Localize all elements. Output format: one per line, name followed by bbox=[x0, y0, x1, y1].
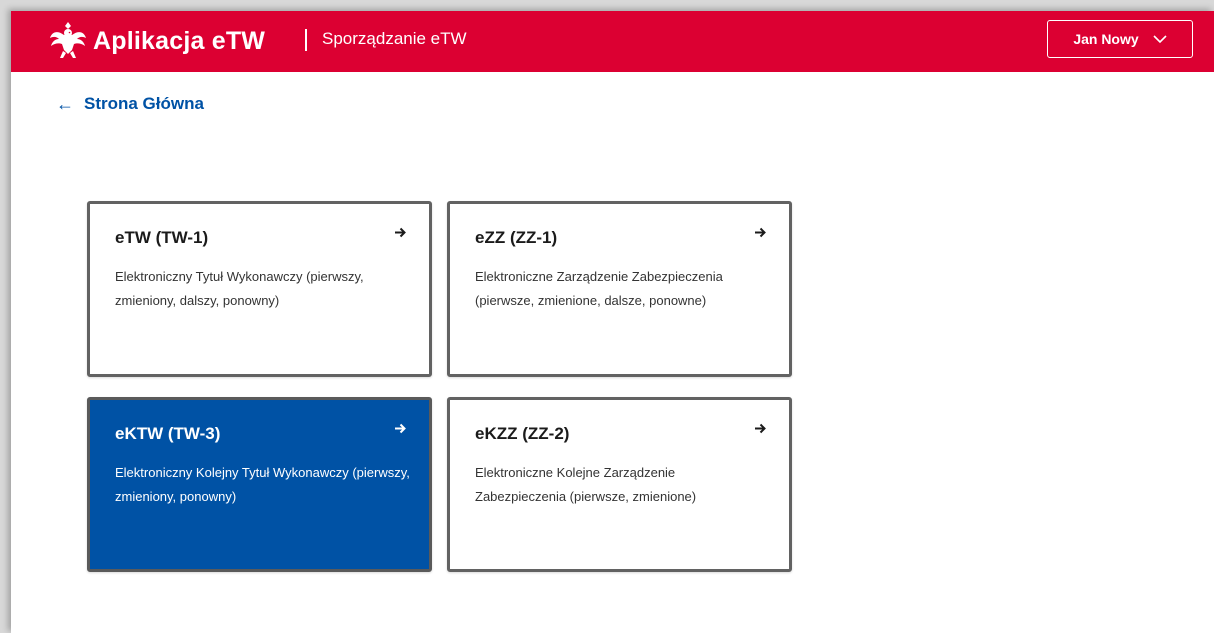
card-ektw-tw3[interactable]: eKTW (TW-3) Elektroniczny Kolejny Tytuł … bbox=[87, 397, 432, 572]
card-ekzz-zz2[interactable]: eKZZ (ZZ-2) Elektroniczne Kolejne Zarząd… bbox=[447, 397, 792, 572]
card-title: eTW (TW-1) bbox=[115, 228, 209, 247]
arrow-left-icon: ← bbox=[56, 94, 74, 114]
header-divider bbox=[305, 29, 307, 51]
card-description: Elektroniczne Kolejne Zarządzenie Zabezp… bbox=[475, 465, 697, 504]
card-description: Elektroniczny Kolejny Tytuł Wykonawczy (… bbox=[115, 465, 410, 504]
user-menu-button[interactable]: Jan Nowy bbox=[1047, 20, 1193, 58]
back-link-label: Strona Główna bbox=[84, 94, 204, 113]
back-home-link[interactable]: ← Strona Główna bbox=[56, 94, 204, 114]
section-title: Sporządzanie eTW bbox=[322, 29, 467, 48]
polish-eagle-icon bbox=[50, 22, 86, 58]
arrow-right-icon bbox=[395, 227, 406, 238]
card-ezz-zz1[interactable]: eZZ (ZZ-1) Elektroniczne Zarządzenie Zab… bbox=[447, 201, 792, 377]
card-title: eKTW (TW-3) bbox=[115, 424, 221, 443]
arrow-right-icon bbox=[755, 227, 766, 238]
chevron-down-icon bbox=[1153, 34, 1167, 43]
card-title: eKZZ (ZZ-2) bbox=[475, 424, 570, 443]
app-title: Aplikacja eTW bbox=[93, 27, 266, 55]
arrow-right-icon bbox=[755, 423, 766, 434]
arrow-right-icon bbox=[395, 423, 406, 434]
card-etw-tw1[interactable]: eTW (TW-1) Elektroniczny Tytuł Wykonawcz… bbox=[87, 201, 432, 377]
card-description: Elektroniczny Tytuł Wykonawczy (pierwszy… bbox=[115, 269, 364, 308]
top-header-bar: Aplikacja eTW Sporządzanie eTW Jan Nowy bbox=[11, 11, 1214, 72]
app-window: Aplikacja eTW Sporządzanie eTW Jan Nowy … bbox=[11, 11, 1214, 633]
card-description: Elektroniczne Zarządzenie Zabezpieczenia… bbox=[475, 269, 723, 308]
card-title: eZZ (ZZ-1) bbox=[475, 228, 558, 247]
user-name-label: Jan Nowy bbox=[1073, 31, 1139, 47]
